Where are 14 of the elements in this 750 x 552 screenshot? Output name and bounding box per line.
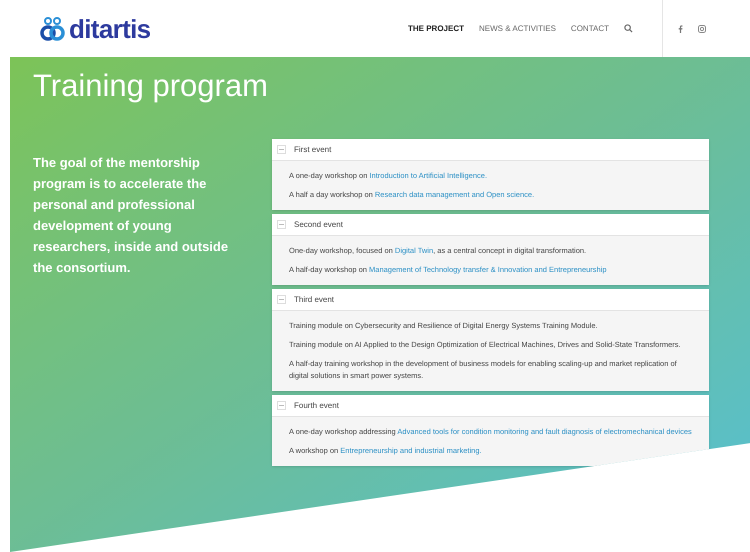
- instagram-icon[interactable]: [698, 24, 706, 32]
- event-header[interactable]: Fourth event: [272, 395, 709, 417]
- nav-link[interactable]: CONTACT: [570, 22, 609, 34]
- nav-link[interactable]: NEWS & ACTIVITIES: [479, 22, 556, 34]
- facebook-icon[interactable]: [678, 24, 683, 32]
- nav-link[interactable]: THE PROJECT: [408, 22, 464, 34]
- logo-icon: [40, 16, 66, 42]
- search-icon[interactable]: [624, 24, 633, 33]
- event-header[interactable]: Third event: [272, 289, 709, 311]
- event-header[interactable]: First event: [272, 139, 709, 161]
- intro-paragraph: The goal of the mentorship program is to accelerate the personal and professional development of young researchers, inside and outside the consortium.: [33, 154, 230, 277]
- logo-text[interactable]: ditartis: [69, 16, 150, 42]
- page-title: Training program: [33, 67, 269, 105]
- event-header[interactable]: Second event: [272, 214, 709, 236]
